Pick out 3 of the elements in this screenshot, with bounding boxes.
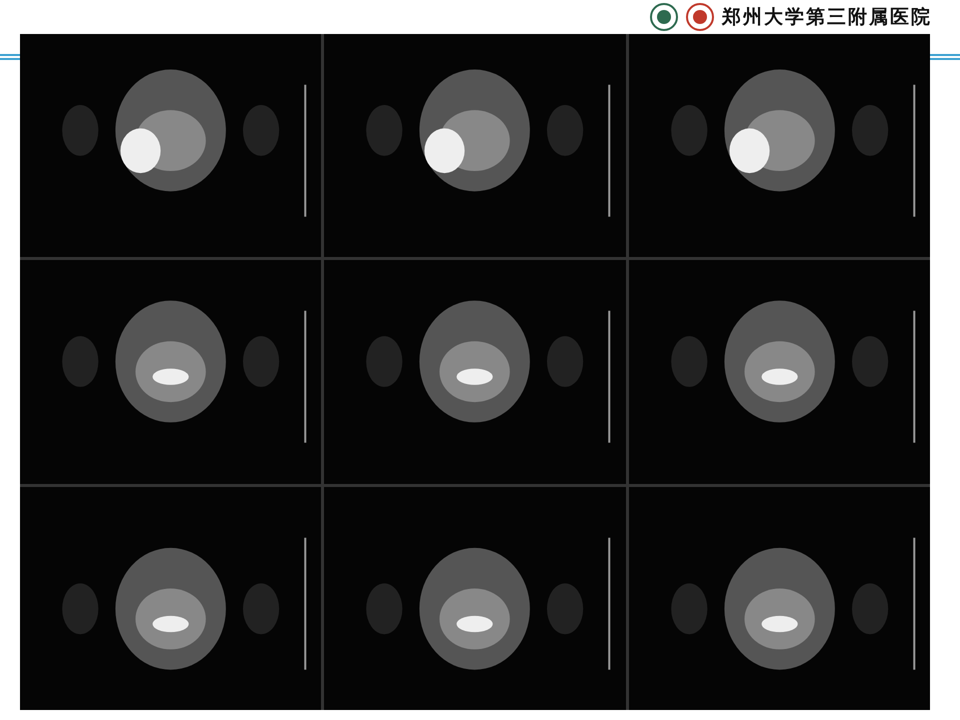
hospital-emblem-icon: [686, 3, 714, 31]
hospital-name: 郑州大学第三附属医院: [722, 4, 932, 30]
university-emblem-icon: [650, 3, 678, 31]
